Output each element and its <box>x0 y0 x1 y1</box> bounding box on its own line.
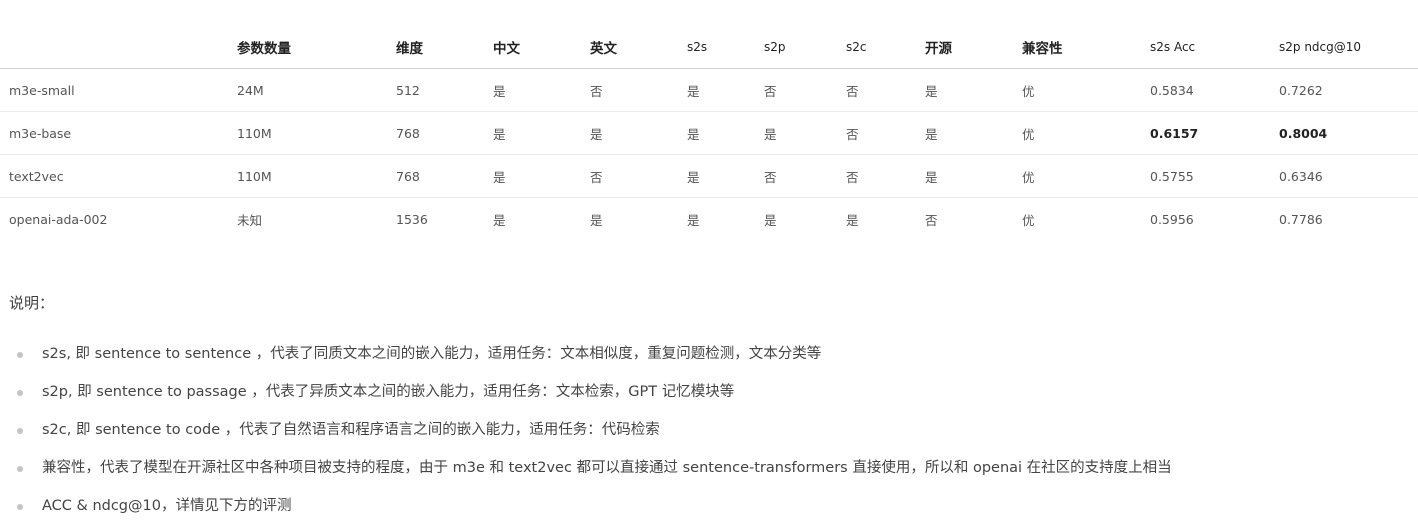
cell-chinese: 是 <box>493 111 590 155</box>
note-text: s2c, 即 sentence to code ，代表了自然语言和程序语言之间的… <box>42 422 660 438</box>
cell-s2s-acc: 0.6157 <box>1150 111 1279 155</box>
bullet-icon <box>17 466 23 472</box>
cell-english: 是 <box>590 111 687 155</box>
list-item: 兼容性，代表了模型在开源社区中各种项目被支持的程度，由于 m3e 和 text2… <box>0 454 1172 492</box>
cell-chinese: 是 <box>493 154 590 198</box>
note-text: s2p, 即 sentence to passage ，代表了异质文本之间的嵌入… <box>42 384 735 400</box>
cell-s2s: 是 <box>687 68 764 112</box>
header-s2s-acc: s2s Acc <box>1150 25 1279 69</box>
cell-s2p: 是 <box>764 111 846 155</box>
cell-s2c: 是 <box>846 212 859 228</box>
list-item: s2s, 即 sentence to sentence ，代表了同质文本之间的嵌… <box>0 340 1172 378</box>
header-s2p: s2p <box>764 25 846 69</box>
header-s2p-ndcg: s2p ndcg@10 <box>1279 25 1418 69</box>
header-english: 英文 <box>590 25 687 69</box>
cell-model: openai-ada-002 <box>9 211 108 227</box>
list-item: s2c, 即 sentence to code ，代表了自然语言和程序语言之间的… <box>0 416 1172 454</box>
cell-s2p-ndcg: 0.6346 <box>1279 154 1418 198</box>
header-compatibility: 兼容性 <box>1022 25 1150 69</box>
note-text: ACC & ndcg@10，详情见下方的评测 <box>42 498 292 514</box>
bullet-icon <box>17 428 23 434</box>
cell-dimension: 768 <box>396 154 493 198</box>
cell-open-source: 是 <box>925 154 1022 198</box>
cell-s2s: 是 <box>687 111 764 155</box>
cell-s2p-ndcg: 0.7786 <box>1279 211 1323 227</box>
cell-s2s-acc: 0.5755 <box>1150 154 1279 198</box>
cell-english: 否 <box>590 154 687 198</box>
header-s2s: s2s <box>687 25 764 69</box>
table-row: openai-ada-002 未知 1536 是 是 是 是 是 否 优 0.5… <box>0 198 1418 241</box>
bullet-icon <box>17 390 23 396</box>
notes-title: 说明： <box>9 294 55 312</box>
cell-compatibility: 优 <box>1022 154 1150 198</box>
cell-s2c: 否 <box>846 154 925 198</box>
header-s2c: s2c <box>846 25 925 69</box>
cell-dimension: 768 <box>396 111 493 155</box>
cell-s2s: 是 <box>687 154 764 198</box>
cell-s2c: 否 <box>846 111 925 155</box>
header-model <box>0 25 237 69</box>
cell-dimension: 1536 <box>396 211 428 227</box>
cell-open-source: 否 <box>925 212 938 228</box>
cell-s2s: 是 <box>687 212 700 228</box>
cell-params: 24M <box>237 68 396 112</box>
note-text: 兼容性，代表了模型在开源社区中各种项目被支持的程度，由于 m3e 和 text2… <box>42 460 1172 476</box>
cell-model: m3e-base <box>0 111 237 155</box>
cell-compatibility: 优 <box>1022 111 1150 155</box>
cell-s2s-acc: 0.5956 <box>1150 211 1194 227</box>
cell-s2s-acc: 0.5834 <box>1150 68 1279 112</box>
notes-list: s2s, 即 sentence to sentence ，代表了同质文本之间的嵌… <box>0 340 1172 530</box>
cell-s2p-ndcg: 0.8004 <box>1279 111 1418 155</box>
cell-s2p: 是 <box>764 212 777 228</box>
cell-s2c: 否 <box>846 68 925 112</box>
cell-open-source: 是 <box>925 111 1022 155</box>
table-header-row: 参数数量 维度 中文 英文 s2s s2p s2c 开源 兼容性 s2s Acc… <box>0 25 1418 69</box>
cell-s2p: 否 <box>764 154 846 198</box>
page: 参数数量 维度 中文 英文 s2s s2p s2c 开源 兼容性 s2s Acc… <box>0 0 1418 524</box>
header-params: 参数数量 <box>237 25 396 69</box>
cell-chinese: 是 <box>493 212 506 228</box>
cell-chinese: 是 <box>493 68 590 112</box>
list-item: s2p, 即 sentence to passage ，代表了异质文本之间的嵌入… <box>0 378 1172 416</box>
cell-compatibility: 优 <box>1022 68 1150 112</box>
cell-model: m3e-small <box>0 68 237 112</box>
table-row: text2vec 110M 768 是 否 是 否 否 是 优 0.5755 0… <box>0 154 1418 198</box>
header-open-source: 开源 <box>925 25 1022 69</box>
cell-params: 未知 <box>237 212 263 228</box>
cell-dimension: 512 <box>396 68 493 112</box>
header-dimension: 维度 <box>396 25 493 69</box>
cell-english: 否 <box>590 68 687 112</box>
table-row: m3e-base 110M 768 是 是 是 是 否 是 优 0.6157 0… <box>0 111 1418 155</box>
cell-s2p-ndcg: 0.7262 <box>1279 68 1418 112</box>
cell-s2p: 否 <box>764 68 846 112</box>
cell-params: 110M <box>237 154 396 198</box>
model-comparison-table: 参数数量 维度 中文 英文 s2s s2p s2c 开源 兼容性 s2s Acc… <box>0 25 1418 240</box>
header-chinese: 中文 <box>493 25 590 69</box>
cell-model: text2vec <box>0 154 237 198</box>
cell-open-source: 是 <box>925 68 1022 112</box>
cell-params: 110M <box>237 111 396 155</box>
list-item: ACC & ndcg@10，详情见下方的评测 <box>0 492 1172 530</box>
cell-english: 是 <box>590 212 603 228</box>
note-text: s2s, 即 sentence to sentence ，代表了同质文本之间的嵌… <box>42 346 822 362</box>
table-row: m3e-small 24M 512 是 否 是 否 否 是 优 0.5834 0… <box>0 68 1418 112</box>
bullet-icon <box>17 352 23 358</box>
cell-compatibility: 优 <box>1022 212 1035 228</box>
bullet-icon <box>17 504 23 510</box>
